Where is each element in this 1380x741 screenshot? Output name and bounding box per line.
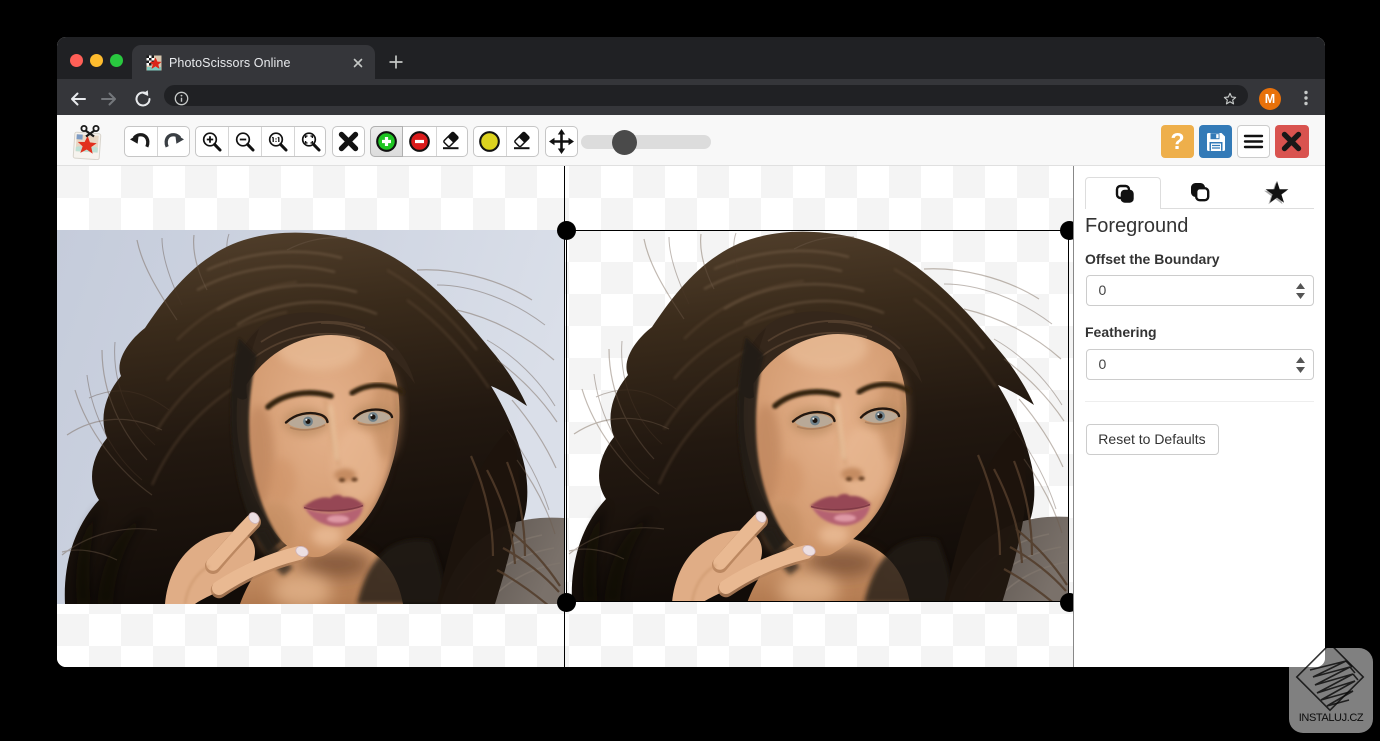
- svg-text:INSTALUJ.CZ: INSTALUJ.CZ: [1299, 712, 1364, 724]
